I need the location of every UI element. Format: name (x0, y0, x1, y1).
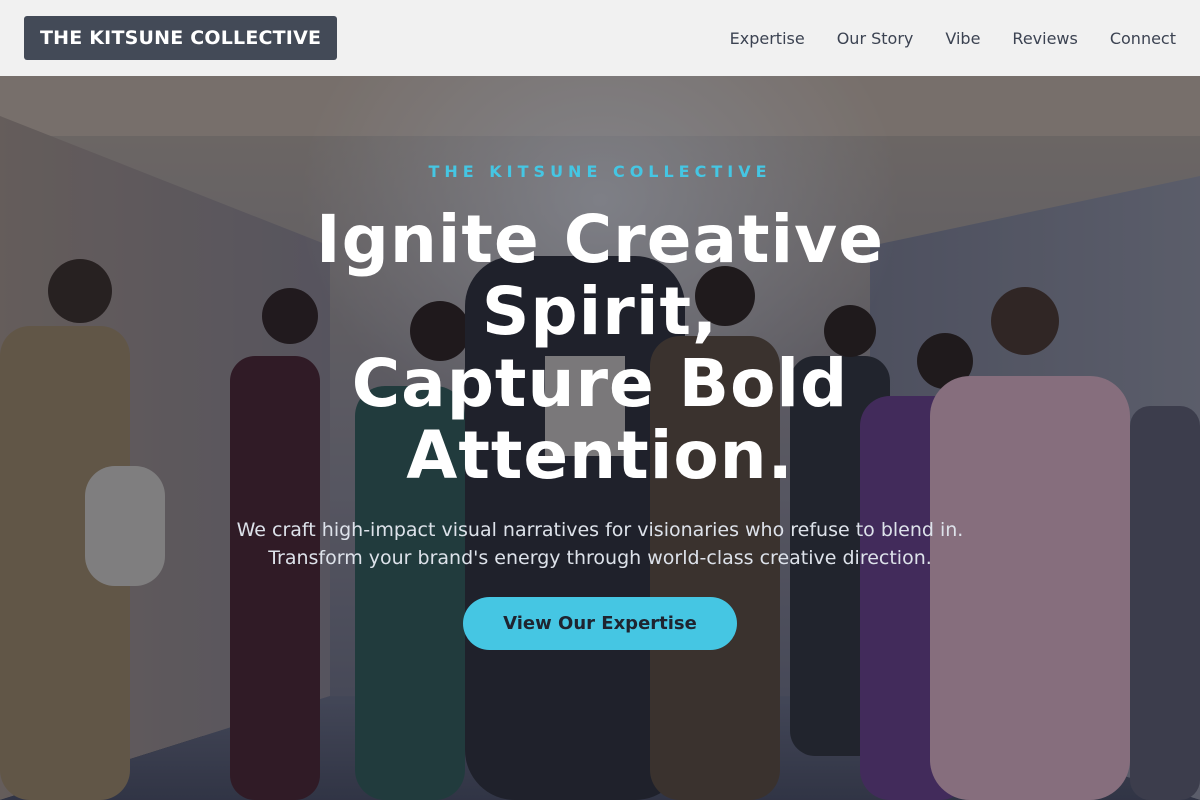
nav-link-reviews[interactable]: Reviews (1012, 29, 1077, 48)
hero-title-line: Attention. (406, 417, 794, 494)
hero-title: Ignite Creative Spirit, Capture Bold Att… (250, 204, 950, 492)
hero-title-line: Capture Bold (351, 345, 849, 422)
brand-logo[interactable]: THE KITSUNE COLLECTIVE (24, 16, 338, 60)
hero-subtitle: We craft high-impact visual narratives f… (150, 516, 1050, 572)
nav-link-connect[interactable]: Connect (1110, 29, 1176, 48)
hero-section: THE KITSUNE COLLECTIVE Ignite Creative S… (0, 76, 1200, 800)
landing-page: THE KITSUNE COLLECTIVE Expertise Our Sto… (0, 0, 1200, 800)
view-expertise-button[interactable]: View Our Expertise (463, 597, 737, 650)
main-nav: Expertise Our Story Vibe Reviews Connect (730, 29, 1176, 48)
hero-title-line: Spirit, (481, 273, 719, 350)
site-header: THE KITSUNE COLLECTIVE Expertise Our Sto… (0, 0, 1200, 76)
hero-subtitle-line: We craft high-impact visual narratives f… (236, 519, 964, 541)
nav-link-expertise[interactable]: Expertise (730, 29, 805, 48)
hero-eyebrow: THE KITSUNE COLLECTIVE (428, 162, 772, 181)
hero-title-line: Ignite Creative (316, 201, 884, 278)
nav-link-our-story[interactable]: Our Story (837, 29, 914, 48)
hero-subtitle-line: Transform your brand's energy through wo… (268, 547, 932, 569)
nav-link-vibe[interactable]: Vibe (945, 29, 980, 48)
